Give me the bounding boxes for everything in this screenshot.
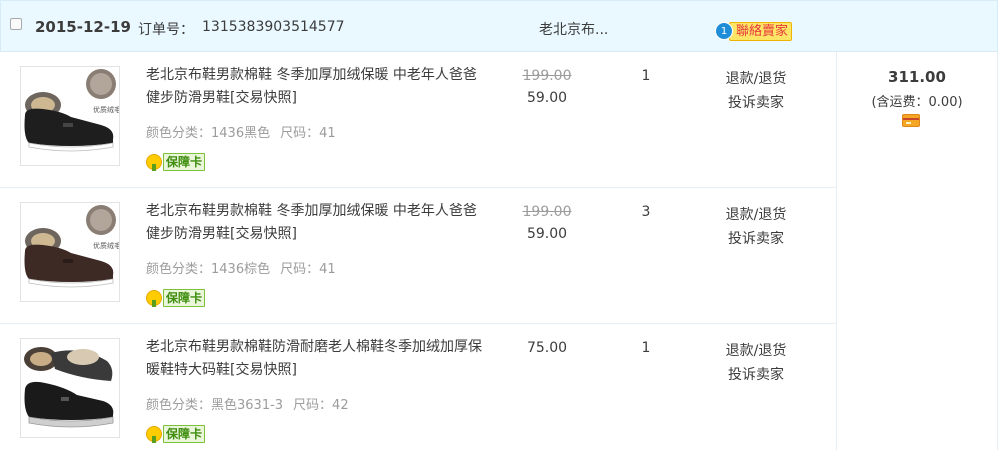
guarantee-label: 保障卡	[163, 289, 206, 307]
quantity: 1	[641, 340, 651, 356]
guarantee-icon	[146, 154, 162, 171]
refund-return-link[interactable]: 退款/退货	[716, 204, 796, 224]
order-select-checkbox[interactable]	[10, 18, 22, 30]
guarantee-icon	[146, 290, 162, 307]
credit-card-icon[interactable]	[902, 114, 920, 127]
guarantee-card-badge[interactable]: 保障卡	[146, 288, 206, 308]
unit-price: 59.00	[526, 226, 568, 242]
order-card: 2015-12-19 订单号： 1315383903514577 老北京布...…	[0, 0, 1000, 450]
order-number: 1315383903514577	[202, 19, 345, 35]
shoe-image-icon: 优质绒毛	[21, 203, 119, 301]
quantity: 3	[641, 204, 651, 220]
original-price: 199.00	[522, 68, 572, 84]
guarantee-icon	[146, 426, 162, 443]
sku-size: 尺码：42	[293, 398, 349, 413]
thumb-badge-text: 优质绒毛	[93, 105, 119, 114]
guarantee-label: 保障卡	[163, 425, 206, 443]
product-thumbnail[interactable]	[20, 338, 120, 438]
complain-seller-link[interactable]: 投诉卖家	[716, 92, 796, 112]
shoe-image-icon: 优质绒毛	[21, 67, 119, 165]
order-total-column: 311.00 (含运费：0.00)	[836, 52, 998, 450]
order-item: 优质绒毛 老北京布鞋男款棉鞋 冬季加厚加绒保暖 中老年人爸爸健步防滑男鞋[交易快…	[0, 52, 837, 188]
unit-price: 59.00	[526, 90, 568, 106]
order-number-label: 订单号：	[138, 22, 194, 38]
order-total: 311.00	[888, 68, 946, 86]
product-thumbnail[interactable]: 优质绒毛	[20, 66, 120, 166]
product-thumbnail[interactable]: 优质绒毛	[20, 202, 120, 302]
order-header: 2015-12-19 订单号： 1315383903514577 老北京布...…	[0, 0, 998, 52]
guarantee-label: 保障卡	[163, 153, 206, 171]
guarantee-card-badge[interactable]: 保障卡	[146, 424, 206, 444]
order-date: 2015-12-19	[35, 18, 131, 36]
chat-badge-icon: 1	[715, 22, 733, 40]
refund-return-link[interactable]: 退款/退货	[716, 68, 796, 88]
refund-return-link[interactable]: 退款/退货	[716, 340, 796, 360]
sku-size: 尺码：41	[280, 262, 336, 277]
thumb-badge-text: 优质绒毛	[93, 241, 119, 250]
order-items-list: 优质绒毛 老北京布鞋男款棉鞋 冬季加厚加绒保暖 中老年人爸爸健步防滑男鞋[交易快…	[0, 52, 837, 450]
original-price: 199.00	[522, 204, 572, 220]
order-item: 老北京布鞋男款棉鞋防滑耐磨老人棉鞋冬季加绒加厚保暖鞋特大码鞋[交易快照] 颜色分…	[0, 324, 837, 460]
sku-color: 颜色分类：1436棕色	[146, 262, 271, 277]
product-title-link[interactable]: 老北京布鞋男款棉鞋 冬季加厚加绒保暖 中老年人爸爸健步防滑男鞋[交易快照]	[146, 64, 486, 110]
sku-color: 颜色分类：1436黑色	[146, 126, 271, 141]
sku-color: 颜色分类：黑色3631-3	[146, 398, 284, 413]
contact-seller-label: 聯絡賣家	[729, 21, 793, 41]
sku-info: 颜色分类：1436棕色 尺码：41	[146, 258, 336, 277]
product-title-link[interactable]: 老北京布鞋男款棉鞋防滑耐磨老人棉鞋冬季加绒加厚保暖鞋特大码鞋[交易快照]	[146, 336, 486, 382]
shop-name-link[interactable]: 老北京布...	[539, 19, 608, 39]
sku-info: 颜色分类：1436黑色 尺码：41	[146, 122, 336, 141]
quantity: 1	[641, 68, 651, 84]
complain-seller-link[interactable]: 投诉卖家	[716, 228, 796, 248]
sku-size: 尺码：41	[280, 126, 336, 141]
order-item: 优质绒毛 老北京布鞋男款棉鞋 冬季加厚加绒保暖 中老年人爸爸健步防滑男鞋[交易快…	[0, 188, 837, 324]
shoe-image-icon	[21, 339, 119, 437]
complain-seller-link[interactable]: 投诉卖家	[716, 364, 796, 384]
product-title-link[interactable]: 老北京布鞋男款棉鞋 冬季加厚加绒保暖 中老年人爸爸健步防滑男鞋[交易快照]	[146, 200, 486, 246]
sku-info: 颜色分类：黑色3631-3 尺码：42	[146, 394, 349, 413]
guarantee-card-badge[interactable]: 保障卡	[146, 152, 206, 172]
unit-price: 75.00	[526, 340, 568, 356]
shipping-fee: (含运费：0.00)	[871, 95, 963, 110]
contact-seller-button[interactable]: 1 聯絡賣家	[715, 21, 793, 41]
